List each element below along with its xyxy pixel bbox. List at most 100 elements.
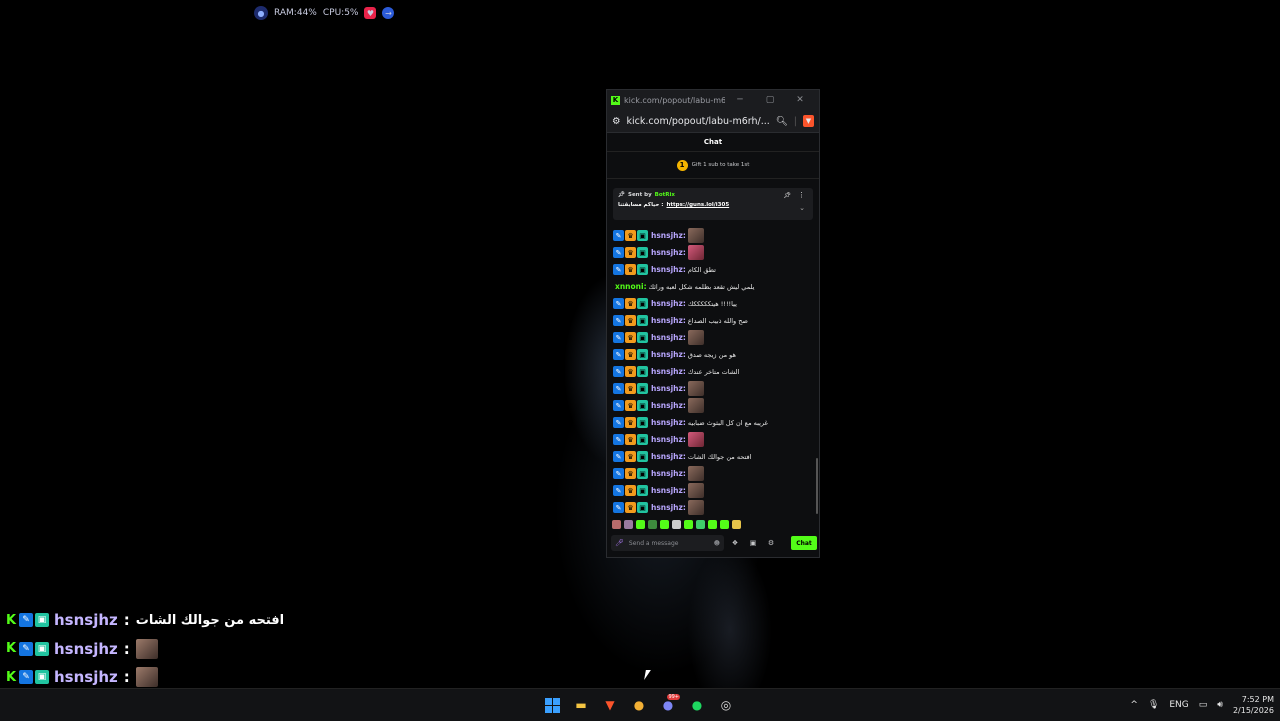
chat-username[interactable]: hsnsjhz: [651, 350, 686, 359]
crown-badge-icon: ♛ [625, 485, 636, 496]
chat-username[interactable]: hsnsjhz: [651, 435, 686, 444]
brave-browser-icon[interactable]: ▼ [598, 693, 622, 717]
chat-send-button[interactable]: Chat [791, 536, 817, 550]
overlay-text: افتحه من جوالك الشات [135, 612, 285, 628]
microphone-icon[interactable]: 🎙︎ [1148, 700, 1159, 710]
chat-message: ✎ ♛ ▣ hsnsjhz: [613, 499, 815, 516]
moderator-badge-icon: ✎ [19, 613, 33, 628]
moderator-badge-icon: ✎ [613, 349, 624, 360]
emote-image [687, 330, 704, 345]
subscriber-badge-icon: ▣ [637, 366, 648, 377]
quick-emote[interactable] [732, 520, 741, 529]
brave-shield-icon[interactable]: ▼ [803, 115, 814, 127]
language-indicator[interactable]: ENG [1169, 700, 1188, 710]
crown-badge-icon: ♛ [625, 247, 636, 258]
chat-username[interactable]: hsnsjhz: [651, 231, 686, 240]
chat-username[interactable]: hsnsjhz: [651, 384, 686, 393]
settings-icon[interactable]: ⚙ [764, 539, 778, 547]
chat-message: ✎ ♛ ▣ hsnsjhz: [613, 431, 815, 448]
chat-username[interactable]: hsnsjhz: [651, 452, 686, 461]
pin-icon[interactable]: 📌︎ [783, 192, 791, 199]
file-explorer-icon[interactable]: ▬ [569, 693, 593, 717]
more-options-icon[interactable]: ⋮ [798, 191, 805, 199]
chat-scrollbar[interactable] [816, 458, 818, 514]
subscriber-badge-icon: ▣ [637, 502, 648, 513]
separator: : [123, 639, 130, 658]
steam-icon[interactable]: ◎ [714, 693, 738, 717]
spotify-icon[interactable]: ● [685, 693, 709, 717]
clock[interactable]: 7:52 PM 2/15/2026 [1233, 694, 1274, 716]
gift-icon[interactable]: ▣ [746, 539, 760, 547]
subscriber-badge-icon: ▣ [637, 264, 648, 275]
subscriber-badge-icon: ▣ [637, 298, 648, 309]
chat-username[interactable]: hsnsjhz: [651, 248, 686, 257]
chat-username[interactable]: hsnsjhz: [651, 469, 686, 478]
discord-badge: 99+ [667, 694, 680, 700]
chat-username[interactable]: hsnsjhz: [651, 299, 686, 308]
chat-message: ✎ ♛ ▣ hsnsjhz: افتحه من جوالك الشات [613, 448, 815, 465]
quick-emote[interactable] [660, 520, 669, 529]
zoom-icon[interactable]: 🔍︎ [776, 116, 788, 127]
chevron-up-icon[interactable]: ^ [1130, 700, 1138, 710]
cpu-readout: CPU:5% [322, 8, 359, 18]
chat-username[interactable]: hsnsjhz: [651, 503, 686, 512]
emote-image [687, 245, 704, 260]
window-title: kick.com/popout/labu-m6r... [624, 95, 725, 105]
volume-icon[interactable]: 🔊︎ [1217, 700, 1223, 710]
quick-emote[interactable] [684, 520, 693, 529]
discord-icon[interactable]: ● 99+ [656, 693, 680, 717]
start-button[interactable] [540, 693, 564, 717]
quick-emote[interactable] [696, 520, 705, 529]
emote-extension-icon[interactable]: ❖ [728, 539, 742, 547]
chat-input[interactable]: 🎤︎ Send a message ☻ [611, 535, 724, 551]
moderator-badge-icon: ✎ [613, 298, 624, 309]
quick-emote[interactable] [720, 520, 729, 529]
moderator-badge-icon: ✎ [613, 434, 624, 445]
chat-input-row: 🎤︎ Send a message ☻ ❖ ▣ ⚙ Chat [611, 535, 817, 551]
moderator-badge-icon: ✎ [613, 264, 624, 275]
emoji-icon[interactable]: ☻ [714, 540, 720, 547]
crown-badge-icon: ♛ [625, 502, 636, 513]
chat-username[interactable]: hsnsjhz: [651, 333, 686, 342]
network-icon[interactable]: ▭ [1199, 700, 1208, 710]
emote-image [687, 228, 704, 243]
quick-emote[interactable] [708, 520, 717, 529]
quick-emote[interactable] [624, 520, 633, 529]
quick-emote[interactable] [648, 520, 657, 529]
close-button[interactable]: ✕ [785, 95, 815, 105]
chat-message: ✎ ♛ ▣ hsnsjhz: تطق الكام [613, 261, 815, 278]
minimize-button[interactable]: ─ [725, 95, 755, 105]
crown-badge-icon: ♛ [625, 400, 636, 411]
quick-emote[interactable] [672, 520, 681, 529]
moderator-badge-icon: ✎ [613, 366, 624, 377]
chat-username[interactable]: hsnsjhz: [651, 316, 686, 325]
moderator-badge-icon: ✎ [19, 670, 33, 685]
app-icon[interactable]: ● [627, 693, 651, 717]
chat-username[interactable]: xnnoni: [615, 282, 647, 291]
mouse-cursor-icon [644, 670, 651, 680]
chevron-down-icon[interactable]: ⌄ [799, 204, 805, 212]
chat-message: ✎ ♛ ▣ hsnsjhz: [613, 380, 815, 397]
gift-sub-banner[interactable]: 1 Gift 1 sub to take 1st [607, 151, 819, 179]
crown-badge-icon: ♛ [625, 417, 636, 428]
maximize-button[interactable]: ▢ [755, 95, 785, 105]
chat-text: غريبه مع ان كل البثوث ضبابيه [687, 418, 768, 427]
emote-image [687, 500, 704, 515]
pinned-link[interactable]: https://guns.lol/i305 [666, 202, 729, 208]
emote-image [687, 466, 704, 481]
chat-username[interactable]: hsnsjhz: [651, 486, 686, 495]
subscriber-badge-icon: ▣ [637, 417, 648, 428]
chat-username[interactable]: hsnsjhz: [651, 265, 686, 274]
rank-badge: 1 [676, 159, 688, 171]
chat-username[interactable]: hsnsjhz: [651, 418, 686, 427]
site-settings-icon[interactable]: ⚙ [612, 116, 621, 127]
sent-by-label: Sent by [627, 192, 652, 198]
mic-icon[interactable]: 🎤︎ [615, 539, 624, 547]
quick-emote[interactable] [612, 520, 621, 529]
chat-username[interactable]: hsnsjhz: [651, 367, 686, 376]
pinned-message[interactable]: 📌︎ Sent by BotRix حياكم مسابقتنا : https… [613, 188, 813, 220]
chat-username[interactable]: hsnsjhz: [651, 401, 686, 410]
chat-popup-window: K kick.com/popout/labu-m6r... ─ ▢ ✕ ⚙ ki… [606, 89, 820, 558]
quick-emote[interactable] [636, 520, 645, 529]
url-text[interactable]: kick.com/popout/labu-m6rh/... [627, 116, 770, 127]
